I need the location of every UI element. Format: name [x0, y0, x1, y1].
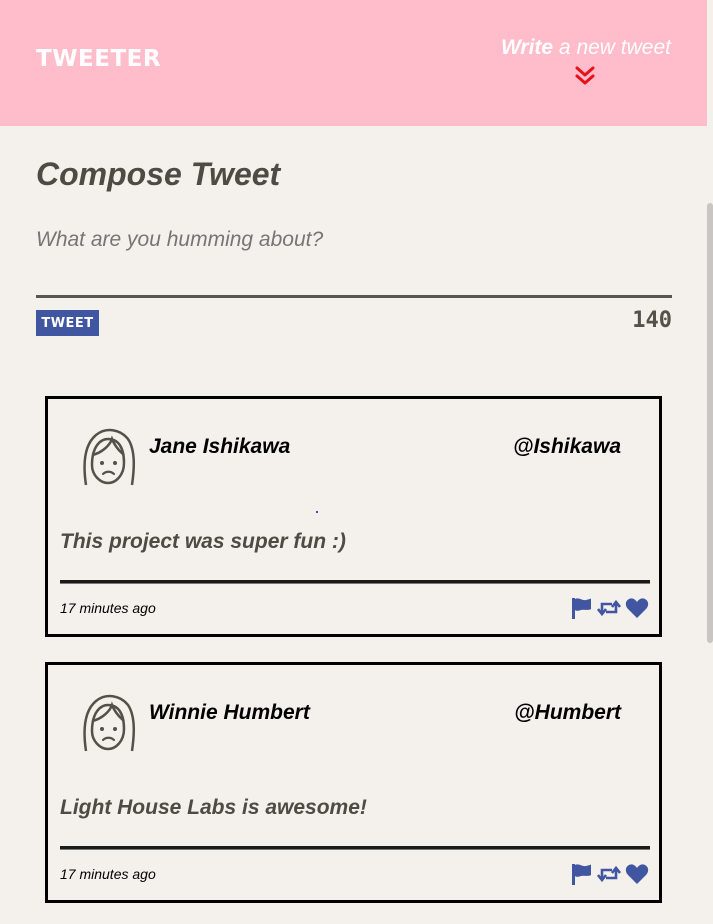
heart-icon[interactable]: [625, 862, 649, 886]
heart-icon[interactable]: [625, 596, 649, 620]
tweet-author-handle: @Humbert: [514, 701, 621, 724]
page-scrollbar[interactable]: [707, 203, 713, 643]
write-rest-text: a new tweet: [553, 36, 671, 59]
stray-dot: [316, 511, 318, 513]
tweet-card: Winnie Humbert @Humbert Light House Labs…: [45, 662, 662, 903]
tweet-author-handle: @Ishikawa: [512, 435, 621, 458]
brand-logo[interactable]: TWEETER: [36, 46, 161, 72]
flag-icon[interactable]: [569, 596, 593, 620]
user-avatar-icon: [83, 694, 135, 752]
tweet-text-input[interactable]: [36, 222, 672, 292]
tweet-actions: [569, 596, 649, 620]
retweet-icon[interactable]: [596, 862, 622, 886]
retweet-icon[interactable]: [596, 596, 622, 620]
flag-icon[interactable]: [569, 862, 593, 886]
compose-title: Compose Tweet: [36, 156, 281, 192]
tweet-body: Light House Labs is awesome!: [60, 796, 367, 819]
user-avatar-icon: [83, 428, 135, 486]
tweet-actions: [569, 862, 649, 886]
tweet-body: This project was super fun :): [60, 530, 346, 553]
tweet-divider: [60, 846, 650, 850]
tweet-author-name: Jane Ishikawa: [149, 435, 291, 458]
tweet-author-name: Winnie Humbert: [149, 701, 310, 724]
character-counter: 140: [632, 308, 672, 333]
compose-divider: [36, 295, 672, 298]
double-chevron-down-icon[interactable]: [574, 66, 596, 86]
write-new-tweet-link[interactable]: Write a new tweet: [501, 36, 671, 60]
top-nav: TWEETER Write a new tweet: [0, 0, 707, 126]
tweet-card: Jane Ishikawa @Ishikawa This project was…: [45, 396, 662, 637]
tweet-timestamp: 17 minutes ago: [60, 600, 156, 616]
tweet-submit-button[interactable]: TWEET: [36, 310, 99, 336]
tweet-divider: [60, 580, 650, 584]
tweet-timestamp: 17 minutes ago: [60, 866, 156, 882]
write-bold-text: Write: [500, 36, 554, 59]
